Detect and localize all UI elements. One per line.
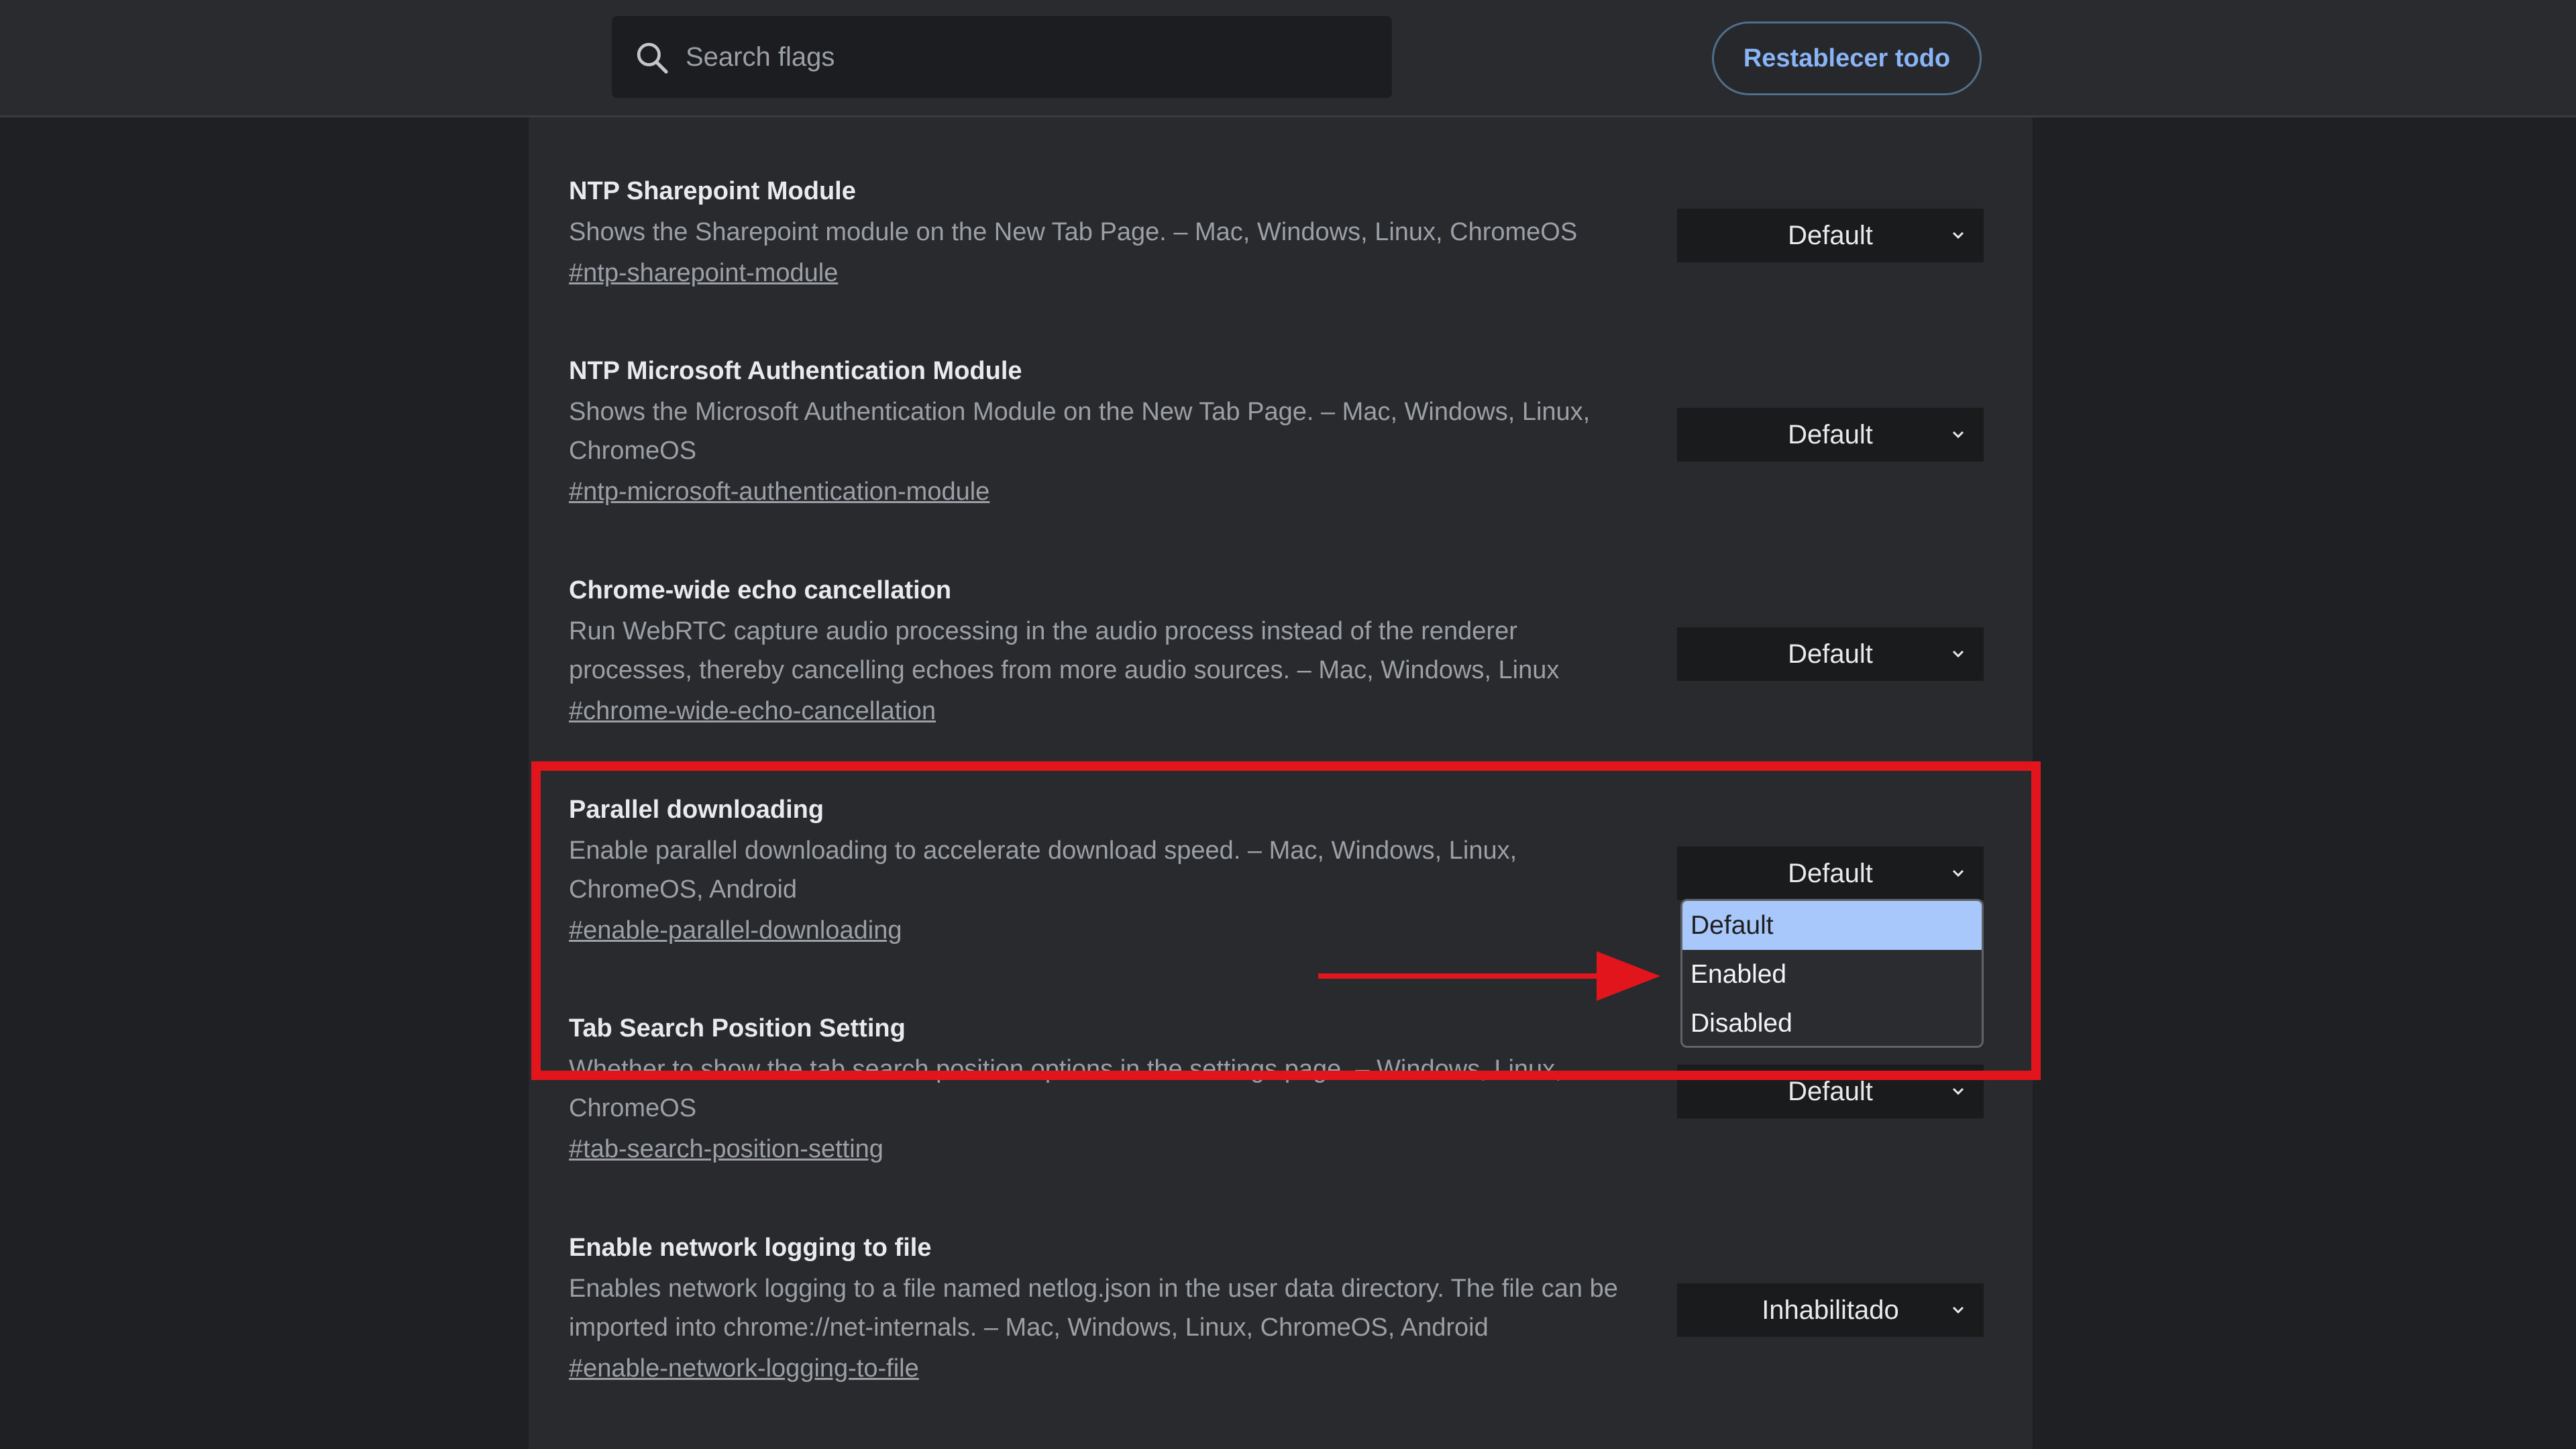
- flag-title: Chrome-wide echo cancellation: [569, 576, 952, 604]
- select-value: Default: [1788, 419, 1873, 449]
- select-value: Inhabilitado: [1762, 1295, 1899, 1325]
- flag-title: Parallel downloading: [569, 796, 824, 824]
- flag-state-select[interactable]: Default: [1677, 627, 1984, 681]
- flag-enable-network-logging-to-file: Enable network logging to file Enables n…: [569, 1229, 1642, 1389]
- flag-description: Enables network logging to a file named …: [569, 1275, 1618, 1342]
- flag-state-select[interactable]: Inhabilitado: [1677, 1283, 1984, 1337]
- flag-state-select[interactable]: Default: [1677, 209, 1984, 262]
- flag-ntp-microsoft-authentication-module: NTP Microsoft Authentication Module Show…: [569, 352, 1642, 512]
- select-value: Default: [1788, 639, 1873, 669]
- flags-list: NTP Sharepoint Module Shows the Sharepoi…: [529, 117, 2033, 1449]
- flag-title: NTP Microsoft Authentication Module: [569, 357, 1022, 385]
- chevron-down-icon: [1952, 431, 1964, 439]
- top-toolbar: Restablecer todo: [0, 0, 2576, 117]
- flag-description: Enable parallel downloading to accelerat…: [569, 837, 1517, 904]
- flag-description: Shows the Sharepoint module on the New T…: [569, 218, 1578, 246]
- flag-parallel-downloading: Parallel downloading Enable parallel dow…: [569, 791, 1642, 951]
- reset-all-button[interactable]: Restablecer todo: [1712, 21, 1982, 95]
- flag-description: Whether to show the tab search position …: [569, 1055, 1562, 1122]
- flag-state-select[interactable]: Default: [1677, 408, 1984, 462]
- flag-ntp-sharepoint-module: NTP Sharepoint Module Shows the Sharepoi…: [569, 172, 1642, 293]
- flag-anchor-link[interactable]: #enable-network-logging-to-file: [569, 1348, 919, 1389]
- select-dropdown-list: Default Enabled Disabled: [1680, 899, 1984, 1048]
- flag-description: Shows the Microsoft Authentication Modul…: [569, 398, 1591, 465]
- flag-state-select[interactable]: Default: [1677, 1065, 1984, 1118]
- dropdown-option-disabled[interactable]: Disabled: [1682, 999, 1982, 1046]
- flag-anchor-link[interactable]: #ntp-microsoft-authentication-module: [569, 472, 989, 512]
- flag-anchor-link[interactable]: #tab-search-position-setting: [569, 1129, 883, 1169]
- chevron-down-icon: [1952, 869, 1964, 877]
- flag-description: Run WebRTC capture audio processing in t…: [569, 617, 1560, 684]
- select-value: Default: [1788, 220, 1873, 250]
- dropdown-option-enabled[interactable]: Enabled: [1682, 950, 1982, 999]
- flag-title: Enable network logging to file: [569, 1234, 932, 1262]
- chevron-down-icon: [1952, 1087, 1964, 1095]
- search-icon: [637, 42, 668, 74]
- flag-title: NTP Sharepoint Module: [569, 177, 856, 205]
- search-box[interactable]: [612, 16, 1392, 98]
- select-value: Default: [1788, 1076, 1873, 1106]
- chevron-down-icon: [1952, 1306, 1964, 1314]
- flag-title: Tab Search Position Setting: [569, 1014, 906, 1042]
- select-value: Default: [1788, 858, 1873, 888]
- chevron-down-icon: [1952, 231, 1964, 239]
- flag-anchor-link[interactable]: #chrome-wide-echo-cancellation: [569, 691, 936, 731]
- flag-anchor-link[interactable]: #ntp-sharepoint-module: [569, 253, 838, 293]
- flag-tab-search-position-setting: Tab Search Position Setting Whether to s…: [569, 1010, 1642, 1169]
- chevron-down-icon: [1952, 650, 1964, 658]
- flag-state-select-open[interactable]: Default: [1677, 847, 1984, 900]
- dropdown-option-default[interactable]: Default: [1682, 901, 1982, 950]
- flag-chrome-wide-echo-cancellation: Chrome-wide echo cancellation Run WebRTC…: [569, 572, 1642, 731]
- flag-anchor-link[interactable]: #enable-parallel-downloading: [569, 910, 902, 951]
- search-input[interactable]: [686, 16, 1370, 98]
